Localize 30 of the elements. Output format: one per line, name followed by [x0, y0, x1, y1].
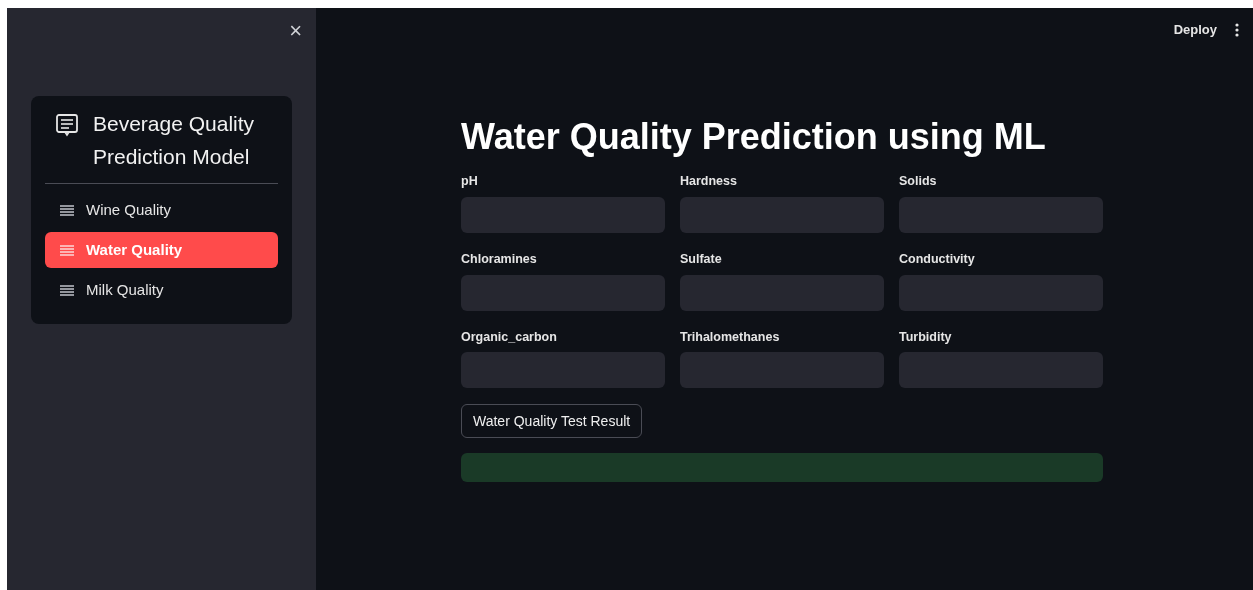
list-icon	[60, 204, 74, 216]
field-label: Trihalomethanes	[680, 328, 781, 346]
menu-item[interactable]: Wine Quality	[45, 192, 278, 228]
input-field[interactable]	[899, 274, 1103, 311]
more-options-icon[interactable]	[1235, 22, 1239, 37]
field-label: Turbidity	[899, 328, 953, 346]
input-field[interactable]	[899, 352, 1103, 389]
list-icon	[60, 244, 74, 256]
input-field[interactable]	[680, 352, 884, 389]
close-button[interactable]: ×	[289, 20, 302, 42]
field-label: Sulfate	[680, 250, 723, 268]
menu-title: Beverage Quality Prediction Model	[93, 111, 256, 170]
list-icon	[60, 284, 74, 296]
field-label: Solids	[899, 173, 938, 190]
input-field[interactable]	[461, 196, 665, 233]
test-result-button[interactable]: Water Quality Test Result	[461, 404, 643, 439]
input-field[interactable]	[461, 352, 665, 389]
field-label: Organic_carbon	[461, 328, 558, 346]
page-title: Water Quality Prediction using ML	[461, 115, 1047, 159]
input-field[interactable]	[680, 274, 884, 311]
deploy-button[interactable]: Deploy	[1173, 20, 1217, 40]
input-field[interactable]	[461, 274, 665, 311]
field-label: pH	[461, 173, 479, 190]
field-label: Chloramines	[461, 250, 538, 268]
input-field[interactable]	[899, 196, 1103, 233]
field-label: Conductivity	[899, 250, 976, 268]
document-icon	[55, 113, 79, 137]
input-field[interactable]	[680, 196, 884, 233]
field-label: Hardness	[680, 173, 738, 190]
menu-item[interactable]: Milk Quality	[45, 272, 278, 308]
